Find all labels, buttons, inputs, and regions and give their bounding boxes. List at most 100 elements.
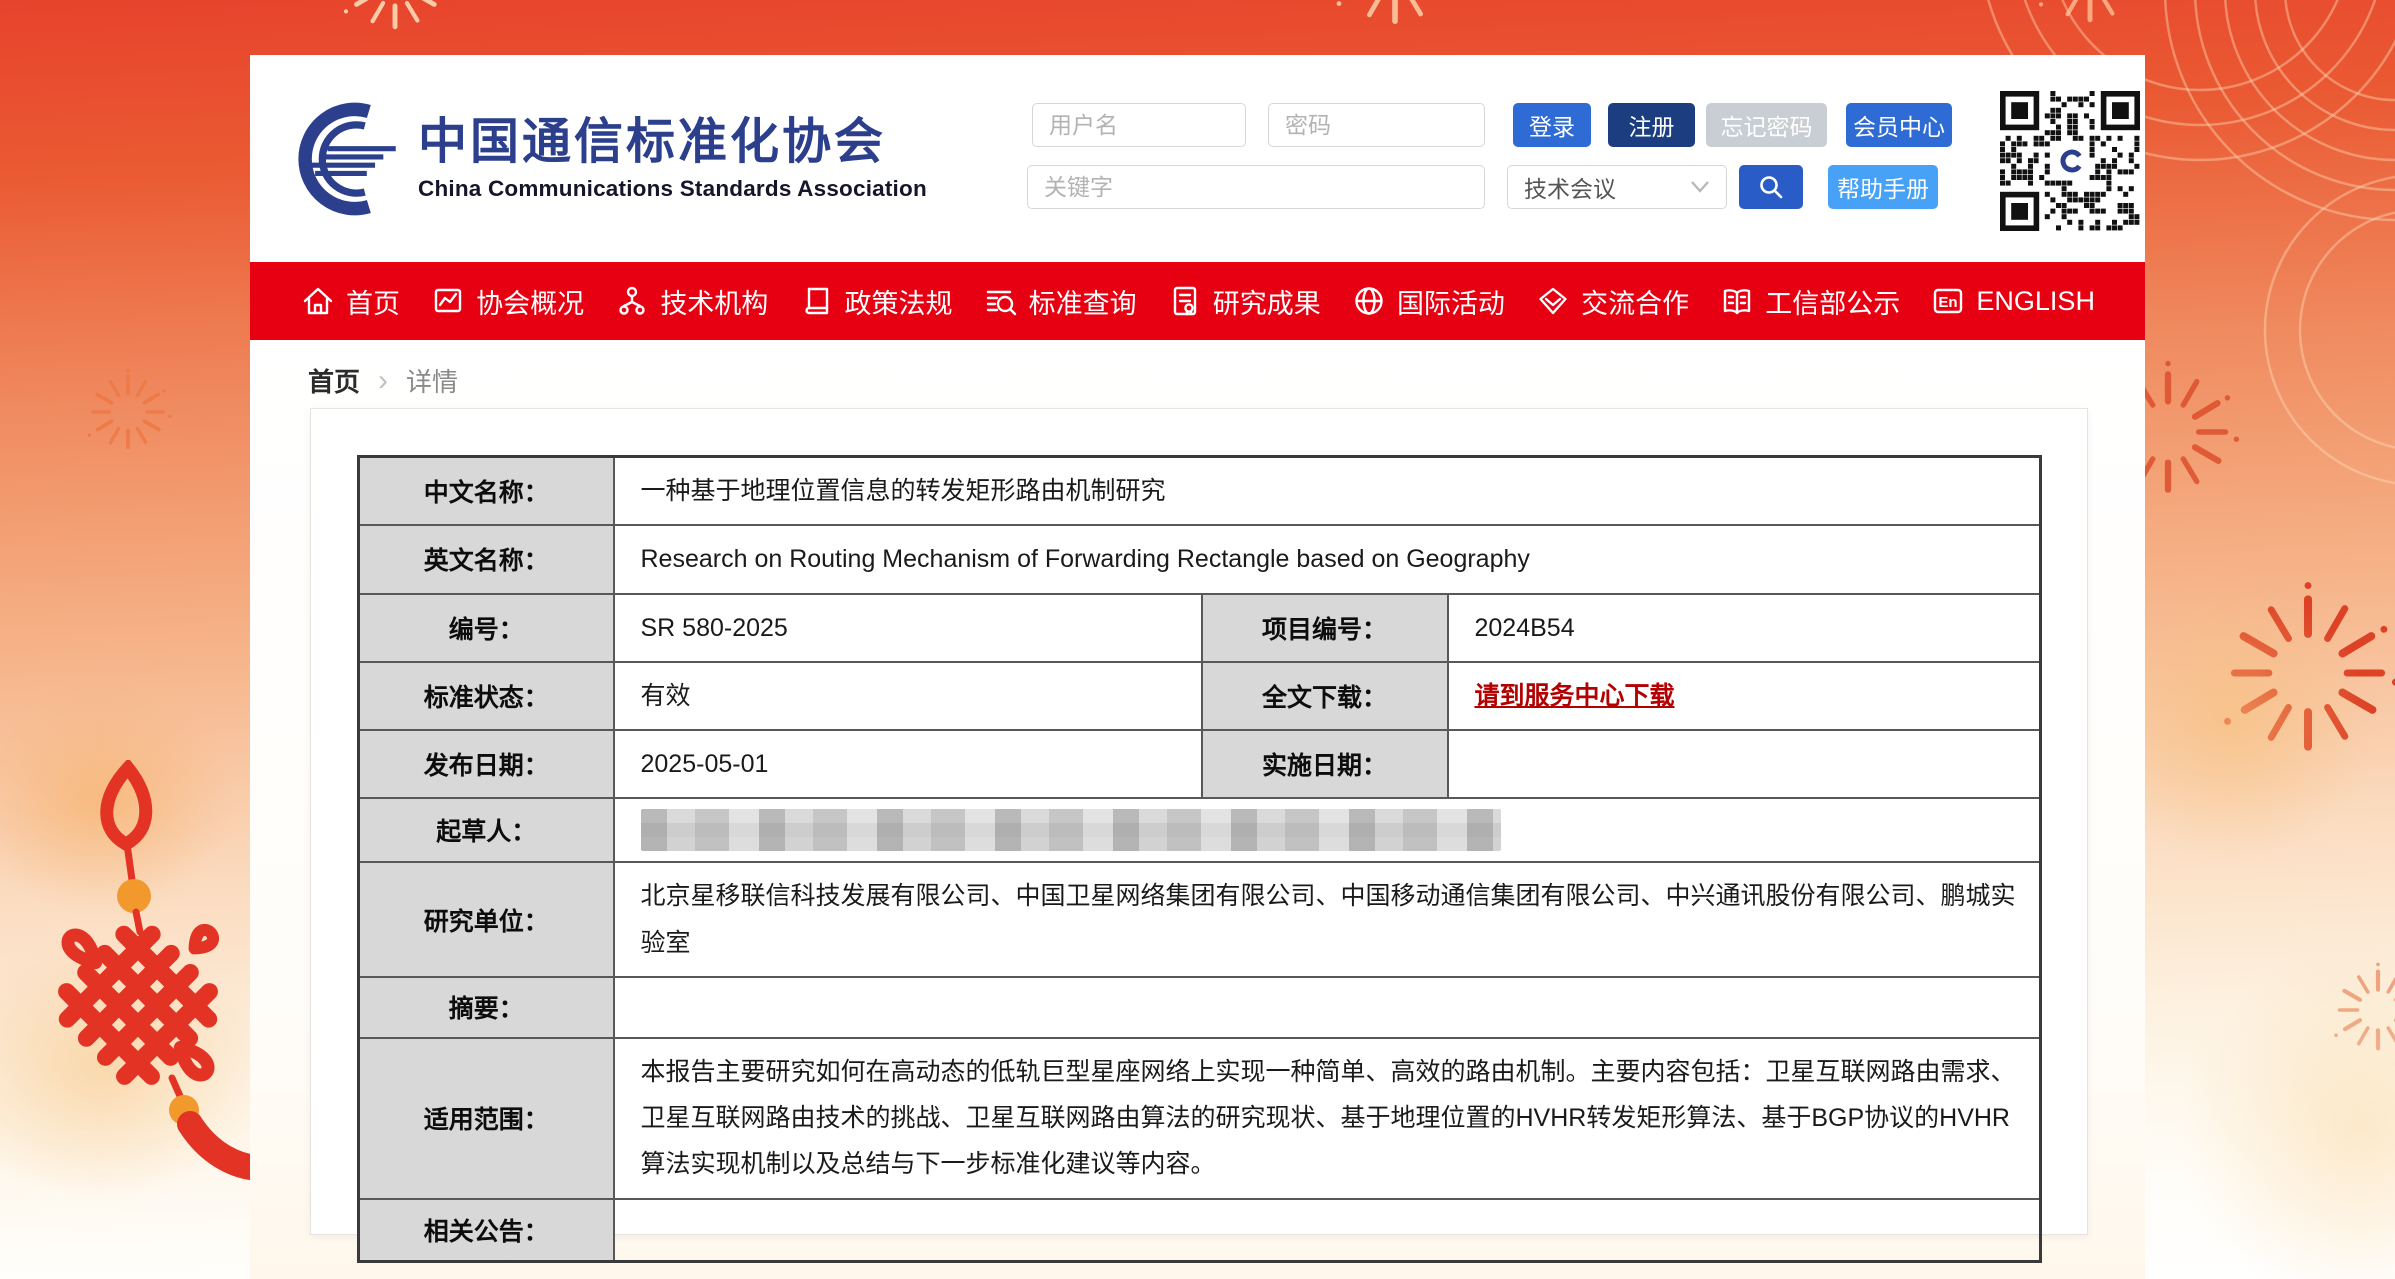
english-name-value: Research on Routing Mechanism of Forward… <box>614 525 2041 593</box>
member-center-button[interactable]: 会员中心 <box>1846 103 1952 147</box>
field-label: 研究单位： <box>359 862 614 977</box>
breadcrumb-current: 详情 <box>406 362 458 399</box>
handshake-icon <box>1535 283 1571 319</box>
nav-label: 政策法规 <box>844 282 952 321</box>
password-input[interactable] <box>1268 103 1485 147</box>
breadcrumb-home-link[interactable]: 首页 <box>308 362 360 399</box>
table-row: 适用范围： 本报告主要研究如何在高动态的低轨巨型星座网络上实现一种简单、高效的路… <box>359 1038 2041 1199</box>
field-label: 英文名称： <box>359 525 614 593</box>
logo-text: 中国通信标准化协会 China Communications Standards… <box>418 116 927 202</box>
nav-item-technical-organizations[interactable]: 技术机构 <box>614 282 768 321</box>
table-row: 发布日期： 2025-05-01 实施日期： <box>359 730 2041 798</box>
globe-icon <box>1351 283 1387 319</box>
book-icon <box>798 283 834 319</box>
svg-text:En: En <box>1939 294 1958 311</box>
nav-item-international-activities[interactable]: 国际活动 <box>1351 282 1505 321</box>
detail-card: 中文名称： 一种基于地理位置信息的转发矩形路由机制研究 英文名称： Resear… <box>310 408 2088 1235</box>
qr-code <box>2000 91 2140 231</box>
help-manual-button[interactable]: 帮助手册 <box>1828 165 1938 209</box>
chinese-name-value: 一种基于地理位置信息的转发矩形路由机制研究 <box>614 457 2041 526</box>
en-icon: En <box>1930 283 1966 319</box>
field-label: 中文名称： <box>359 457 614 526</box>
publish-date-value: 2025-05-01 <box>614 730 1202 798</box>
nav-item-research-results[interactable]: 研究成果 <box>1167 282 1321 321</box>
main-navigation: 首页 协会概况 技术机构 政策法规 标准查询 研究成果 国际活动 交流合作 <box>250 262 2145 340</box>
standard-detail-table: 中文名称： 一种基于地理位置信息的转发矩形路由机制研究 英文名称： Resear… <box>357 455 2042 1263</box>
ccsa-logo-icon <box>280 97 404 221</box>
implement-date-value <box>1448 730 2041 798</box>
table-row: 中文名称： 一种基于地理位置信息的转发矩形路由机制研究 <box>359 457 2041 526</box>
chinese-knot-decoration <box>0 760 270 1190</box>
table-row: 相关公告： <box>359 1199 2041 1262</box>
nav-label: 协会概况 <box>476 282 584 321</box>
scope-value: 本报告主要研究如何在高动态的低轨巨型星座网络上实现一种简单、高效的路由机制。主要… <box>614 1038 2041 1199</box>
username-input[interactable] <box>1032 103 1246 147</box>
nav-label: 国际活动 <box>1397 282 1505 321</box>
download-link[interactable]: 请到服务中心下载 <box>1475 682 1675 710</box>
qr-code-image <box>2000 91 2140 231</box>
header-panel: 中国通信标准化协会 China Communications Standards… <box>250 55 2145 262</box>
research-units-value: 北京星移联信科技发展有限公司、中国卫星网络集团有限公司、中国移动通信集团有限公司… <box>614 862 2041 977</box>
nav-label: 技术机构 <box>660 282 768 321</box>
page-root: 中国通信标准化协会 China Communications Standards… <box>0 0 2395 1279</box>
open-book-icon <box>1719 283 1755 319</box>
related-announcements-value <box>614 1199 2041 1262</box>
breadcrumb: 首页 › 详情 <box>308 362 458 399</box>
field-label: 项目编号： <box>1202 594 1448 662</box>
field-label: 起草人： <box>359 798 614 862</box>
logo-link[interactable]: 中国通信标准化协会 China Communications Standards… <box>280 97 927 221</box>
nav-item-policies-regulations[interactable]: 政策法规 <box>798 282 952 321</box>
nav-label: 工信部公示 <box>1765 282 1900 321</box>
login-button[interactable]: 登录 <box>1513 103 1591 147</box>
nav-item-standards-search[interactable]: 标准查询 <box>983 282 1137 321</box>
table-row: 编号： SR 580-2025 项目编号： 2024B54 <box>359 594 2041 662</box>
home-icon <box>300 283 336 319</box>
table-row: 标准状态： 有效 全文下载： 请到服务中心下载 <box>359 662 2041 730</box>
orange-blob <box>0 690 230 910</box>
field-label: 编号： <box>359 594 614 662</box>
field-label: 实施日期： <box>1202 730 1448 798</box>
orange-blob <box>0 940 260 1200</box>
drafters-cell <box>614 798 2041 862</box>
nav-item-exchange-cooperation[interactable]: 交流合作 <box>1535 282 1689 321</box>
search-doc-icon <box>983 283 1019 319</box>
field-label: 适用范围： <box>359 1038 614 1199</box>
search-button[interactable] <box>1739 165 1803 209</box>
site-subtitle: China Communications Standards Associati… <box>418 176 927 202</box>
table-row: 研究单位： 北京星移联信科技发展有限公司、中国卫星网络集团有限公司、中国移动通信… <box>359 862 2041 977</box>
abstract-value <box>614 977 2041 1038</box>
search-category-select[interactable]: 技术会议 <box>1507 165 1727 209</box>
nav-item-english[interactable]: En ENGLISH <box>1930 283 2095 319</box>
forgot-password-button[interactable]: 忘记密码 <box>1706 103 1827 147</box>
register-button[interactable]: 注册 <box>1608 103 1695 147</box>
field-label: 发布日期： <box>359 730 614 798</box>
status-value: 有效 <box>614 662 1202 730</box>
nav-label: 研究成果 <box>1213 282 1321 321</box>
field-label: 标准状态： <box>359 662 614 730</box>
table-row: 摘要： <box>359 977 2041 1038</box>
field-label: 相关公告： <box>359 1199 614 1262</box>
standard-number-value: SR 580-2025 <box>614 594 1202 662</box>
table-row: 起草人： <box>359 798 2041 862</box>
table-row: 英文名称： Research on Routing Mechanism of F… <box>359 525 2041 593</box>
chart-icon <box>430 283 466 319</box>
keyword-search-input[interactable] <box>1027 165 1485 209</box>
breadcrumb-separator-icon: › <box>378 364 388 398</box>
nav-label: 首页 <box>346 282 400 321</box>
nav-label: ENGLISH <box>1976 286 2095 317</box>
nav-label: 标准查询 <box>1029 282 1137 321</box>
site-title: 中国通信标准化协会 <box>418 116 927 170</box>
nav-item-miit-announcements[interactable]: 工信部公示 <box>1719 282 1900 321</box>
nav-label: 交流合作 <box>1581 282 1689 321</box>
nav-item-association-overview[interactable]: 协会概况 <box>430 282 584 321</box>
field-label: 全文下载： <box>1202 662 1448 730</box>
search-category-value: 技术会议 <box>1524 170 1616 204</box>
field-label: 摘要： <box>359 977 614 1038</box>
doc-seal-icon <box>1167 283 1203 319</box>
redacted-drafters-mosaic <box>641 809 1501 851</box>
content-area: 首页 › 详情 中文名称： 一种基于地理位置信息的转发矩形路由机制研究 英文名称… <box>250 340 2145 1279</box>
chevron-down-icon <box>1690 180 1710 194</box>
nav-item-home[interactable]: 首页 <box>300 282 400 321</box>
org-icon <box>614 283 650 319</box>
orange-blob <box>2180 950 2395 1279</box>
